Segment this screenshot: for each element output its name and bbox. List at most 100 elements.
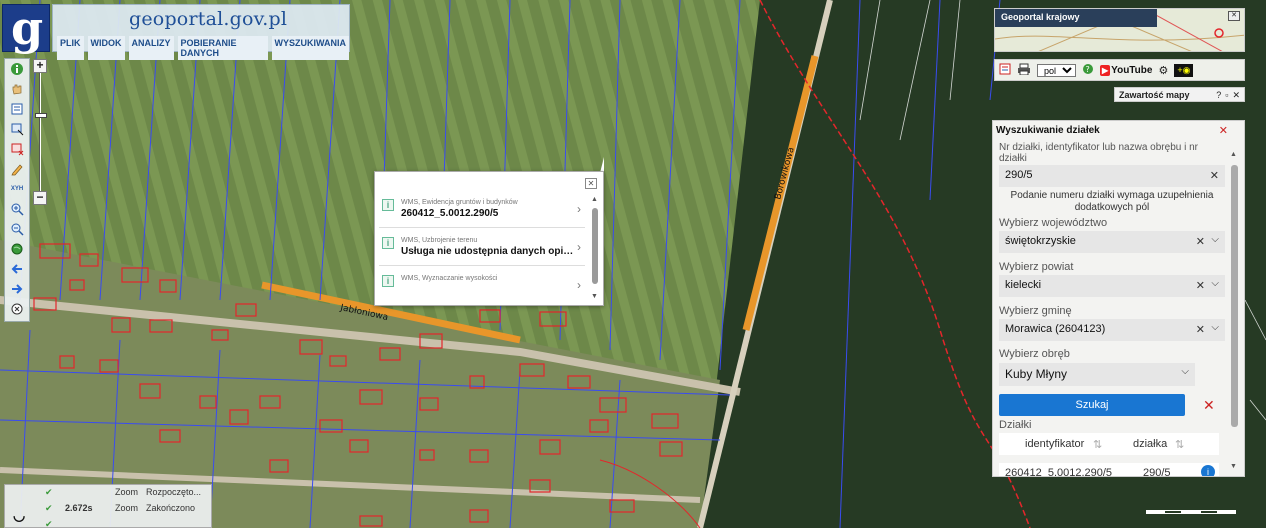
- menu-widok[interactable]: WIDOK: [87, 36, 125, 60]
- zoom-out-tool-icon[interactable]: [5, 219, 29, 239]
- status-type: Zoom: [115, 487, 139, 497]
- menu-analizy[interactable]: ANALIZY: [128, 36, 174, 60]
- clear-icon[interactable]: ✕: [1196, 279, 1205, 292]
- parcel-query-input[interactable]: 290/5 ✕: [999, 165, 1225, 187]
- panel-scrollbar[interactable]: ▲ ▼: [1230, 151, 1239, 473]
- chevron-right-icon: ›: [577, 278, 581, 292]
- accessibility-eye-icon[interactable]: +◉: [1174, 63, 1194, 77]
- chevron-right-icon: ›: [577, 202, 581, 216]
- scale-bar: [1146, 510, 1236, 515]
- search-button[interactable]: Szukaj: [999, 394, 1185, 416]
- popup-close-button[interactable]: ✕: [585, 178, 597, 189]
- status-check-icon: ✔: [45, 487, 53, 497]
- layers-list-icon[interactable]: [5, 99, 29, 119]
- overview-minimap[interactable]: Geoportal krajowy ✕: [994, 8, 1245, 52]
- youtube-play-icon: ▶: [1100, 64, 1111, 76]
- clear-search-icon[interactable]: ✕: [1203, 397, 1215, 414]
- scroll-up-icon[interactable]: ▲: [591, 196, 598, 203]
- commune-select[interactable]: Morawica (2604123) ✕ ⌵: [999, 319, 1225, 341]
- help-icon[interactable]: ?: [1216, 90, 1221, 100]
- scroll-up-icon[interactable]: ▲: [1230, 151, 1237, 158]
- panel-title: Wyszukiwanie działek: [996, 125, 1100, 136]
- results-table-header: identyfikator ⇅ działka ⇅: [999, 433, 1219, 455]
- clear-icon[interactable]: ✕: [1196, 235, 1205, 248]
- help-icon[interactable]: ?: [1082, 63, 1094, 78]
- table-row[interactable]: 260412_5.0012.290/5 290/5 i: [999, 463, 1219, 477]
- locate-icon[interactable]: i: [1201, 465, 1215, 476]
- language-select[interactable]: pol: [1037, 63, 1076, 77]
- main-menu: PLIK WIDOK ANALIZY POBIERANIE DANYCH WYS…: [57, 36, 349, 60]
- query-value: 290/5: [1005, 169, 1033, 181]
- map-contents-bar[interactable]: Zawartość mapy ? ▫ ✕: [1114, 87, 1245, 102]
- precinct-select[interactable]: Kuby Młyny ⌵: [999, 363, 1195, 386]
- sort-icon[interactable]: ⇅: [1093, 438, 1102, 451]
- zoom-in-button[interactable]: +: [33, 59, 47, 73]
- menu-pobieranie-danych[interactable]: POBIERANIE DANYCH: [177, 36, 268, 60]
- popup-scrollbar[interactable]: ▲ ▼: [591, 196, 599, 304]
- voivodeship-label: Wybierz województwo: [999, 217, 1108, 229]
- menu-plik[interactable]: PLIK: [57, 36, 84, 60]
- sort-icon[interactable]: ⇅: [1175, 438, 1184, 451]
- county-label: Wybierz powiat: [999, 261, 1074, 273]
- chevron-down-icon[interactable]: ⌵: [1211, 278, 1219, 289]
- xyz-label: XYH: [10, 186, 24, 192]
- close-icon[interactable]: ✕: [1232, 90, 1240, 100]
- tools-toolbar: XYH: [4, 58, 30, 322]
- popup-item-source: WMS, Uzbrojenie terenu: [401, 237, 478, 244]
- scroll-down-icon[interactable]: ▼: [591, 293, 598, 300]
- clear-icon[interactable]: ✕: [1196, 323, 1205, 336]
- geoportal-logo[interactable]: g: [2, 1, 50, 55]
- status-row: ✔ 2.672s Zoom Zakończono: [45, 503, 195, 514]
- column-header-identifier[interactable]: identyfikator: [1025, 438, 1084, 450]
- remove-selection-icon[interactable]: [5, 139, 29, 159]
- select-area-icon[interactable]: [5, 119, 29, 139]
- scroll-down-icon[interactable]: ▼: [1230, 463, 1237, 470]
- info-icon[interactable]: [5, 59, 29, 79]
- pencil-icon[interactable]: [5, 159, 29, 179]
- forward-arrow-icon[interactable]: [5, 279, 29, 299]
- legend-icon[interactable]: [999, 63, 1011, 78]
- xyz-coordinates-icon[interactable]: XYH: [5, 179, 29, 199]
- restore-icon[interactable]: ▫: [1225, 90, 1228, 100]
- popup-item[interactable]: i WMS, Ewidencja gruntów i budynków 2604…: [379, 194, 585, 228]
- menu-wyszukiwania[interactable]: WYSZUKIWANIA: [271, 36, 349, 60]
- row-identifier: 260412_5.0012.290/5: [1005, 467, 1113, 477]
- site-title: geoportal.gov.pl: [129, 8, 288, 30]
- info-badge-icon: i: [382, 237, 394, 249]
- logo-letter: g: [11, 1, 44, 55]
- popup-item[interactable]: i WMS, Wyznaczanie wysokości ›: [379, 270, 585, 304]
- back-arrow-icon[interactable]: [5, 259, 29, 279]
- status-type: Zoom: [115, 503, 139, 513]
- close-circle-icon[interactable]: [5, 299, 29, 319]
- chevron-down-icon[interactable]: ⌵: [1181, 366, 1189, 377]
- full-extent-icon[interactable]: [5, 239, 29, 259]
- column-header-parcel[interactable]: działka: [1133, 438, 1167, 450]
- zoom-track[interactable]: [35, 73, 47, 191]
- county-select[interactable]: kielecki ✕ ⌵: [999, 275, 1225, 297]
- row-parcel: 290/5: [1143, 467, 1171, 477]
- popup-scroll-thumb[interactable]: [592, 208, 598, 284]
- status-panel: ✔ Zoom Rozpoczęto... ✔ 2.672s Zoom Zakoń…: [4, 484, 212, 528]
- zoom-out-button[interactable]: −: [33, 191, 47, 205]
- pan-hand-icon[interactable]: [5, 79, 29, 99]
- chevron-down-icon[interactable]: ⌵: [1211, 234, 1219, 245]
- settings-icon[interactable]: ⚙: [1158, 64, 1168, 77]
- status-time: 2.672s: [65, 503, 93, 513]
- zoom-slider[interactable]: + −: [33, 59, 47, 207]
- zoom-in-tool-icon[interactable]: [5, 199, 29, 219]
- popup-item[interactable]: i WMS, Uzbrojenie terenu Usługa nie udos…: [379, 232, 585, 266]
- voivodeship-select[interactable]: świętokrzyskie ✕ ⌵: [999, 231, 1225, 253]
- chevron-down-icon[interactable]: ⌵: [1211, 322, 1219, 333]
- popup-item-source: WMS, Ewidencja gruntów i budynków: [401, 199, 518, 206]
- popup-item-value: Usługa nie udostępnia danych opi…: [401, 246, 574, 257]
- print-icon[interactable]: [1017, 63, 1031, 78]
- clear-icon[interactable]: ✕: [1210, 169, 1219, 182]
- youtube-link[interactable]: ▶ YouTube: [1100, 64, 1152, 76]
- minimap-close-icon[interactable]: ✕: [1228, 11, 1240, 21]
- county-value: kielecki: [1005, 279, 1042, 291]
- panel-close-icon[interactable]: ✕: [1219, 124, 1228, 137]
- panel-scroll-thumb[interactable]: [1231, 165, 1238, 427]
- zoom-knob[interactable]: [35, 113, 47, 118]
- status-row: ✔ Zoom Rozpoczęto...: [45, 487, 201, 498]
- precinct-value: Kuby Młyny: [1005, 367, 1068, 381]
